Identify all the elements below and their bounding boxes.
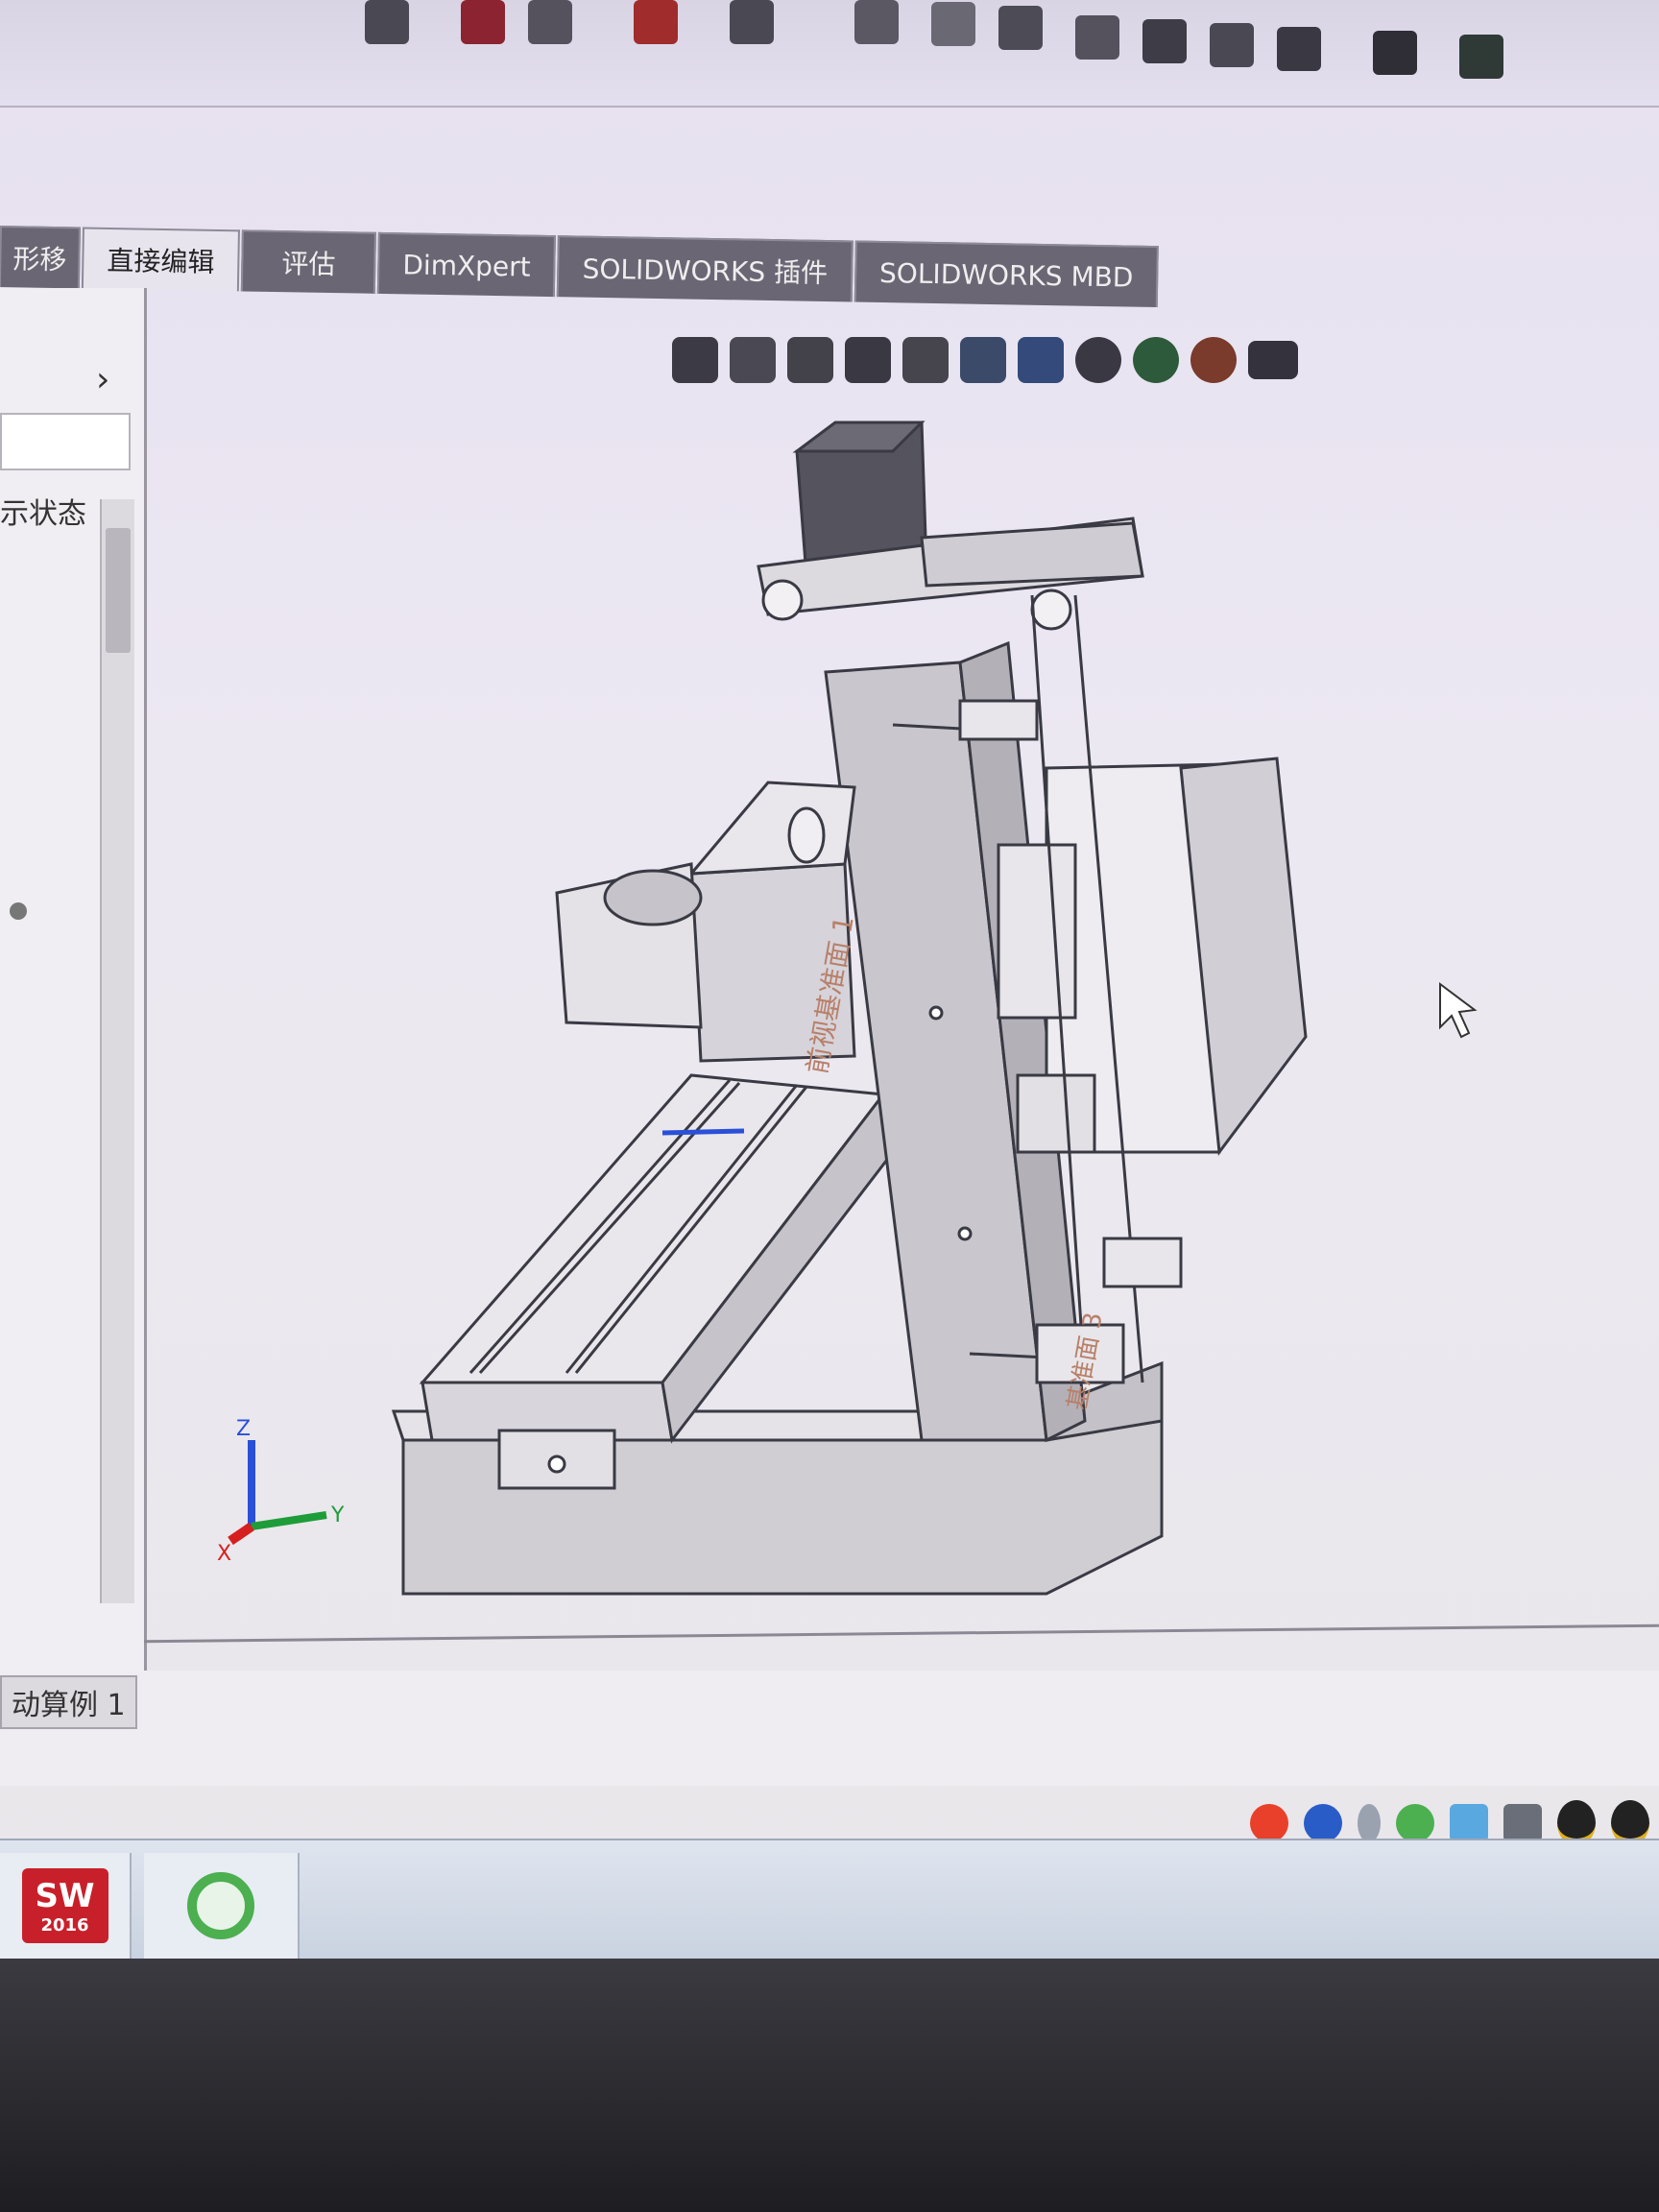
solidworks-version: 2016: [40, 1914, 89, 1936]
coordinate-triad: Z Y X: [217, 1417, 345, 1566]
solidworks-window: 形移 直接编辑 评估 DimXpert SOLIDWORKS 插件 SOLIDW…: [0, 0, 1659, 1959]
tray-arrow-icon[interactable]: [1358, 1804, 1381, 1842]
sogou-ime-icon[interactable]: [1250, 1804, 1288, 1842]
axis-label-x: X: [217, 1542, 231, 1566]
status-area: [0, 1671, 1659, 1786]
network-icon[interactable]: [1450, 1804, 1488, 1842]
ie-browser-icon: [187, 1872, 254, 1939]
taskbar-solidworks-button[interactable]: SW 2016: [0, 1853, 132, 1959]
z-axis-motor[interactable]: [757, 421, 1144, 631]
axis-label-y: Y: [330, 1503, 345, 1527]
solidworks-logo-icon: SW 2016: [21, 1868, 108, 1943]
usb-icon[interactable]: [1503, 1804, 1542, 1842]
axis-label-z: Z: [236, 1417, 251, 1441]
y-drag-arrow[interactable]: [661, 1128, 745, 1136]
graphics-viewport[interactable]: 前视基准面 1 基准面 3 Z Y X: [0, 0, 1659, 1959]
taskbar-browser-button[interactable]: [144, 1853, 300, 1959]
browser-icon[interactable]: [1396, 1804, 1434, 1842]
help-icon[interactable]: [1304, 1804, 1342, 1842]
motion-study-tab[interactable]: 动算例 1: [0, 1675, 137, 1729]
solidworks-logo-text: SW: [35, 1876, 95, 1915]
mouse-cursor-icon: [1439, 982, 1478, 1039]
monitor-bezel: [0, 1959, 1659, 2212]
